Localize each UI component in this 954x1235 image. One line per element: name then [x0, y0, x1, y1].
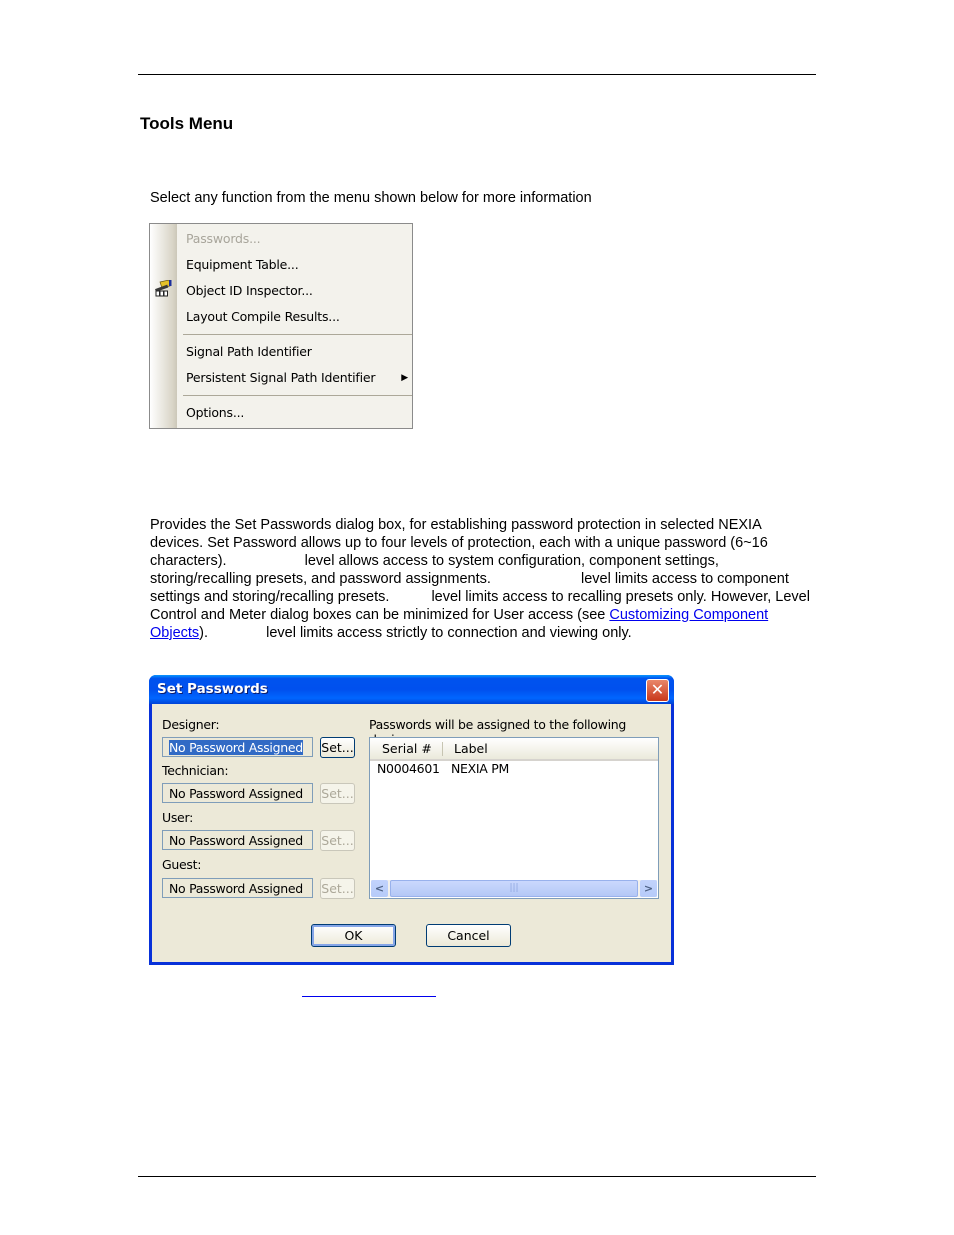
- user-set-button[interactable]: Set...: [320, 830, 355, 851]
- designer-password-field[interactable]: No Password Assigned: [162, 737, 313, 757]
- devices-list[interactable]: Serial # Label N0004601 NEXIA PM < ||| >: [369, 737, 659, 899]
- technician-set-button[interactable]: Set...: [320, 783, 355, 804]
- menu-separator: [183, 395, 412, 396]
- menu-item-layout-compile-results[interactable]: Layout Compile Results...: [186, 307, 340, 327]
- inspector-icon: [155, 280, 172, 297]
- page-title: Tools Menu: [140, 114, 234, 133]
- menu-item-persistent-signal-path-identifier[interactable]: Persistent Signal Path Identifier ▶: [186, 368, 412, 388]
- user-password-field[interactable]: No Password Assigned: [162, 830, 313, 850]
- technician-label: Technician:: [162, 763, 229, 778]
- header-rule: [138, 74, 816, 75]
- designer-set-button[interactable]: Set...: [320, 737, 355, 758]
- menu-icon-strip: [150, 224, 177, 428]
- guest-set-button[interactable]: Set...: [320, 878, 355, 899]
- menu-item-passwords[interactable]: Passwords...: [186, 229, 261, 249]
- guest-password-field[interactable]: No Password Assigned: [162, 878, 313, 898]
- menu-item-equipment-table[interactable]: Equipment Table...: [186, 255, 299, 275]
- ok-button[interactable]: OK: [311, 924, 396, 947]
- intro-text: Select any function from the menu shown …: [150, 190, 592, 206]
- menu-item-object-id-inspector[interactable]: Object ID Inspector...: [186, 281, 313, 301]
- list-header: Serial # Label: [370, 738, 658, 761]
- dialog-client: Designer: No Password Assigned Set... Te…: [152, 704, 671, 962]
- technician-password-field[interactable]: No Password Assigned: [162, 783, 313, 803]
- scroll-thumb[interactable]: |||: [390, 880, 638, 897]
- column-header-label[interactable]: Label: [454, 738, 488, 759]
- dialog-title: Set Passwords: [157, 681, 268, 697]
- close-icon[interactable]: ✕: [646, 679, 669, 702]
- designer-label: Designer:: [162, 717, 220, 732]
- menu-item-label: Persistent Signal Path Identifier: [186, 370, 376, 385]
- footer-rule: [138, 1176, 816, 1177]
- para-text-6: level limits access strictly to connecti…: [266, 625, 632, 641]
- submenu-arrow-icon: ▶: [401, 373, 408, 383]
- menu-item-options[interactable]: Options...: [186, 403, 244, 423]
- device-serial: N0004601: [377, 761, 440, 776]
- para-text-5: ).: [199, 625, 209, 641]
- column-header-serial[interactable]: Serial #: [382, 738, 432, 759]
- hidden-link-underline[interactable]: [302, 996, 436, 997]
- tools-menu: Passwords... Equipment Table... Object I…: [149, 223, 413, 429]
- menu-item-signal-path-identifier[interactable]: Signal Path Identifier: [186, 342, 312, 362]
- guest-label: Guest:: [162, 857, 202, 872]
- scroll-right-icon[interactable]: >: [640, 880, 657, 897]
- dialog-titlebar: Set Passwords ✕: [149, 675, 674, 704]
- scroll-left-icon[interactable]: <: [371, 880, 388, 897]
- description-paragraph: Provides the Set Passwords dialog box, f…: [150, 516, 812, 642]
- device-label: NEXIA PM: [451, 761, 509, 776]
- set-passwords-dialog: Set Passwords ✕ Designer: No Password As…: [149, 675, 674, 965]
- cancel-button[interactable]: Cancel: [426, 924, 511, 947]
- horizontal-scrollbar[interactable]: < ||| >: [371, 880, 657, 897]
- menu-separator: [183, 334, 412, 335]
- column-divider[interactable]: [442, 742, 443, 756]
- user-label: User:: [162, 810, 193, 825]
